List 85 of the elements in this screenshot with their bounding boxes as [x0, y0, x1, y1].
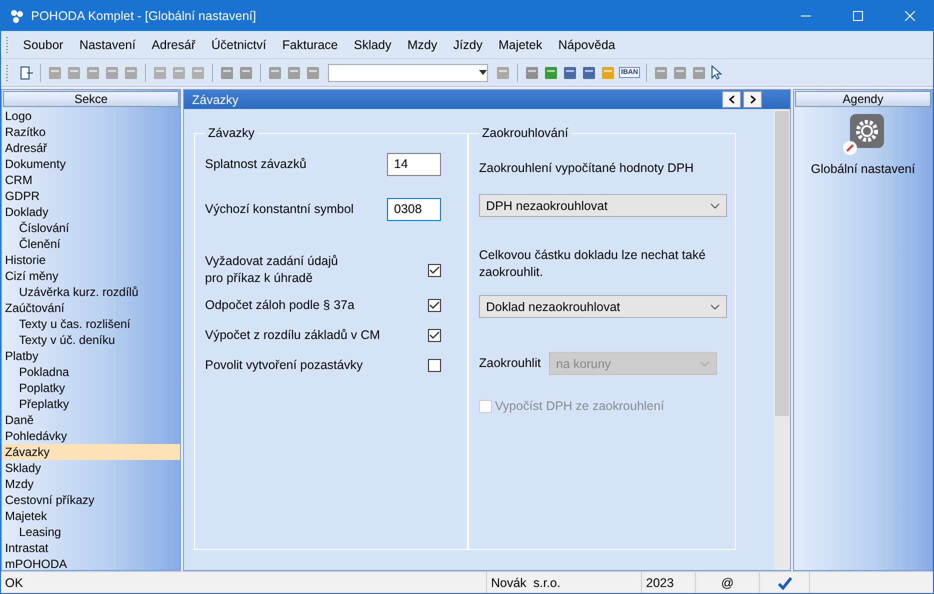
- check-icon: [776, 576, 792, 590]
- sidebar-item[interactable]: Poplatky: [2, 380, 180, 396]
- checkbox-label: Odpočet záloh podle § 37a: [205, 296, 354, 314]
- app-logo-icon: [9, 8, 25, 24]
- menu-item[interactable]: Nápověda: [550, 38, 624, 52]
- menu-item[interactable]: Adresář: [144, 38, 204, 52]
- checkbox[interactable]: [428, 328, 441, 342]
- sidebar-item[interactable]: Závazky: [2, 444, 180, 460]
- chevron-down-icon: [710, 202, 720, 208]
- next-button[interactable]: [743, 91, 762, 108]
- sidebar-item[interactable]: Zaúčtování: [2, 300, 180, 316]
- pane-header: Agendy: [795, 91, 931, 107]
- group-title: Zaokrouhlování: [481, 126, 570, 140]
- sidebar-item[interactable]: Sklady: [2, 460, 180, 476]
- checkbox-label: Povolit vytvoření pozastávky: [205, 356, 363, 374]
- sidebar-item[interactable]: Mzdy: [2, 476, 180, 492]
- sidebar-item[interactable]: Pohledávky: [2, 428, 180, 444]
- search-combo[interactable]: [328, 64, 488, 82]
- sidebar-item[interactable]: GDPR: [2, 188, 180, 204]
- chevron-down-icon: [710, 304, 720, 310]
- sidebar-item[interactable]: Doklady: [2, 204, 180, 220]
- sidebar-item[interactable]: Razítko: [2, 124, 180, 140]
- scrollbar[interactable]: [774, 109, 790, 570]
- field-label: Splatnost závazků: [205, 156, 306, 172]
- sidebar-item[interactable]: Cestovní příkazy: [2, 492, 180, 508]
- description-text: Zaokrouhlení vypočítané hodnoty DPH: [479, 160, 695, 177]
- pane-header: Sekce: [3, 91, 179, 107]
- status-mail: @: [696, 572, 760, 593]
- sidebar-item[interactable]: mPOHODA: [2, 556, 180, 572]
- close-icon: [905, 11, 915, 21]
- sidebar-item[interactable]: Uzávěrka kurz. rozdílů: [2, 284, 180, 300]
- field-label: Zaokrouhlit: [479, 355, 541, 372]
- sidebar-item[interactable]: Pokladna: [2, 364, 180, 380]
- sidebar-item[interactable]: Texty v úč. deníku: [2, 332, 180, 348]
- caret-icon: [479, 70, 487, 75]
- menu-item[interactable]: Majetek: [490, 38, 550, 52]
- checkbox[interactable]: [428, 298, 441, 312]
- checkbox[interactable]: [428, 264, 441, 276]
- menu-item[interactable]: Fakturace: [274, 38, 346, 52]
- checkbox-label: Vypočíst DPH ze zaokrouhlení: [495, 398, 664, 414]
- status-message: OK: [1, 572, 487, 593]
- sidebar-item[interactable]: Číslování: [2, 220, 180, 236]
- sidebar-item[interactable]: Cizí měny: [2, 268, 180, 284]
- checkbox-label: Vyžadovat zadání údajů pro příkaz k úhradě: [205, 253, 338, 287]
- grip-icon: [5, 36, 9, 54]
- sidebar-item[interactable]: Texty u čas. rozlišení: [2, 316, 180, 332]
- group-title: Závazky: [207, 126, 256, 140]
- dropdown[interactable]: DPH nezaokrouhlovat: [479, 194, 727, 217]
- door-icon[interactable]: [18, 64, 34, 80]
- menu-item[interactable]: Sklady: [346, 38, 400, 52]
- menu-item[interactable]: Soubor: [15, 38, 72, 52]
- menu-item[interactable]: Mzdy: [399, 38, 446, 52]
- status-year: 2023: [642, 572, 696, 593]
- sidebar-item[interactable]: Členění: [2, 236, 180, 252]
- sidebar-item[interactable]: Intrastat: [2, 540, 180, 556]
- sidebar-item[interactable]: Platby: [2, 348, 180, 364]
- window-title: POHODA Komplet - [Globální nastavení]: [31, 9, 258, 23]
- panel-title: Závazky: [192, 92, 240, 106]
- sidebar-item[interactable]: Daně: [2, 412, 180, 428]
- chevron-right-icon: [750, 95, 756, 104]
- menu-item[interactable]: Jízdy: [445, 38, 490, 52]
- description-text: Celkovou částku dokladu lze nechat také zaokrouhlit.: [479, 247, 707, 281]
- sidebar-item[interactable]: Majetek: [2, 508, 180, 524]
- menu-item[interactable]: Účetnictví: [203, 38, 274, 52]
- grip-icon: [5, 64, 9, 82]
- checkbox-label: Výpočet z rozdílu základů v CM: [205, 326, 380, 344]
- chevron-left-icon: [728, 95, 734, 104]
- sidebar-item[interactable]: Historie: [2, 252, 180, 268]
- sidebar-item[interactable]: Logo: [2, 108, 180, 124]
- dropdown[interactable]: Doklad nezaokrouhlovat: [479, 295, 727, 318]
- field-label: Výchozí konstantní symbol: [205, 200, 354, 218]
- chevron-down-icon: [700, 360, 710, 366]
- previous-button[interactable]: [722, 91, 741, 108]
- input-field[interactable]: 14: [387, 152, 441, 176]
- sidebar-item[interactable]: Leasing: [2, 524, 180, 540]
- sidebar-item[interactable]: Adresář: [2, 140, 180, 156]
- sidebar-item[interactable]: Přeplatky: [2, 396, 180, 412]
- maximize-icon: [853, 11, 863, 21]
- sidebar-item[interactable]: CRM: [2, 172, 180, 188]
- agenda-item[interactable]: Globální nastavení: [810, 162, 916, 176]
- input-field[interactable]: 0308: [387, 198, 441, 220]
- sidebar-item[interactable]: Dokumenty: [2, 156, 180, 172]
- checkbox[interactable]: [428, 358, 441, 372]
- status-company: Novák s.r.o.: [487, 572, 642, 593]
- menu-item[interactable]: Nastavení: [71, 38, 144, 52]
